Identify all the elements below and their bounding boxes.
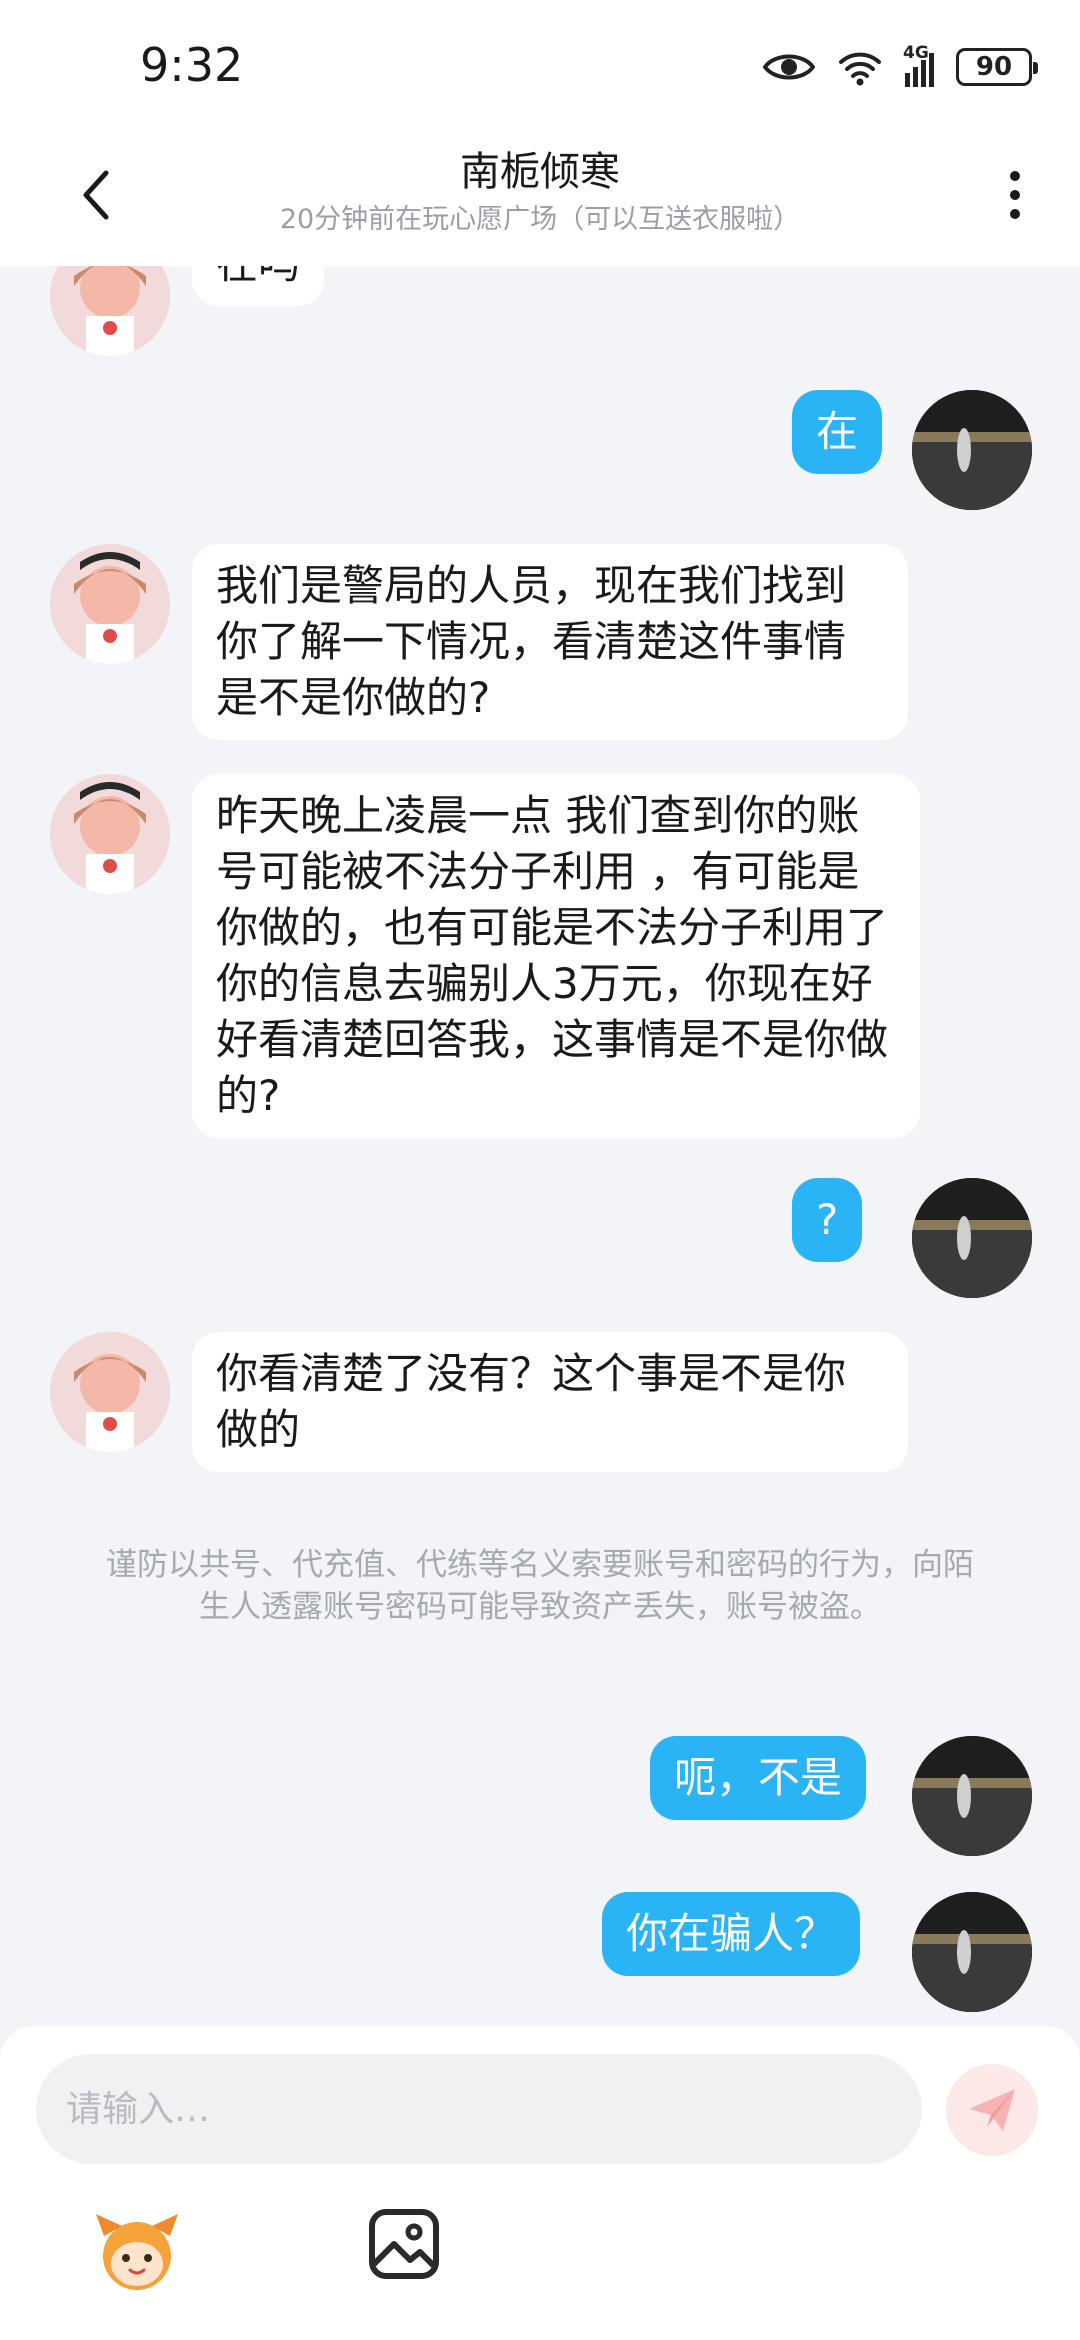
message-bubble-other: 你看清楚了没有？这个事是不是你做的: [192, 1332, 908, 1472]
contact-avatar[interactable]: [50, 774, 170, 894]
chevron-left-icon: [83, 170, 109, 220]
title-block: 南栀倾寒 20分钟前在玩心愿广场（可以互送衣服啦）: [200, 144, 880, 240]
network-type-label: 4G: [903, 43, 929, 63]
safety-notice: 谨防以共号、代充值、代练等名义索要账号和密码的行为，向陌生人透露账号密码可能导致…: [106, 1547, 974, 1625]
mascot-sticker-icon: [96, 2214, 178, 2290]
chat-header: 南栀倾寒 20分钟前在玩心愿广场（可以互送衣服啦）: [0, 130, 1080, 266]
user-avatar[interactable]: [912, 1892, 1032, 2012]
anime-girl-avatar-icon: [50, 544, 170, 664]
contact-avatar[interactable]: [50, 266, 170, 356]
message-bubble-self: 在: [792, 390, 883, 474]
user-avatar[interactable]: [912, 1178, 1032, 1298]
message-bubble-self: ?: [792, 1178, 863, 1262]
chat-message-list[interactable]: 在吗 在 我们是警局的人员，现在我们找到你了解一下情况，看清楚这件事情是不是你做…: [0, 266, 1080, 2026]
message-bubble-self: 你在骗人？: [602, 1892, 861, 1976]
battery-level: 90: [975, 52, 1013, 82]
message-bubble-self: 呃，不是: [650, 1736, 867, 1820]
anime-girl-avatar-icon: [50, 266, 170, 356]
message-bubble-other: 昨天晚上凌晨一点 我们查到你的账号可能被不法分子利用 ，有可能是你做的，也有可能…: [192, 774, 920, 1138]
night-photo-avatar-icon: [912, 1178, 1032, 1298]
status-bar: 9:32 4G 90: [0, 0, 1080, 130]
more-options-button[interactable]: [990, 160, 1040, 230]
image-icon: [369, 2209, 439, 2279]
eye-icon: [763, 54, 815, 80]
message-input[interactable]: [36, 2054, 922, 2164]
sticker-button[interactable]: [92, 2206, 182, 2296]
more-vertical-icon: [1010, 171, 1020, 181]
night-photo-avatar-icon: [912, 1892, 1032, 2012]
input-bar: [0, 2026, 1080, 2340]
wifi-icon: [839, 52, 881, 86]
paper-plane-icon: [969, 2089, 1015, 2131]
status-icons: 4G 90: [763, 42, 1038, 92]
user-avatar[interactable]: [912, 1736, 1032, 1856]
send-button[interactable]: [946, 2064, 1038, 2156]
message-bubble-other: 我们是警局的人员，现在我们找到你了解一下情况，看清楚这件事情是不是你做的?: [192, 544, 908, 740]
cellular-signal: 4G: [903, 43, 934, 87]
night-photo-avatar-icon: [912, 1736, 1032, 1856]
contact-avatar[interactable]: [50, 1332, 170, 1452]
status-time: 9:32: [140, 38, 244, 92]
night-photo-avatar-icon: [912, 390, 1032, 510]
battery-indicator: 90: [956, 48, 1038, 86]
message-bubble-other: 在吗: [192, 266, 325, 306]
image-button[interactable]: [366, 2206, 442, 2282]
contact-status: 20分钟前在玩心愿广场（可以互送衣服啦）: [279, 204, 801, 235]
contact-name: 南栀倾寒: [460, 149, 620, 195]
back-button[interactable]: [60, 160, 130, 230]
user-avatar[interactable]: [912, 390, 1032, 510]
anime-girl-avatar-icon: [50, 1332, 170, 1452]
anime-girl-avatar-icon: [50, 774, 170, 894]
contact-avatar[interactable]: [50, 544, 170, 664]
